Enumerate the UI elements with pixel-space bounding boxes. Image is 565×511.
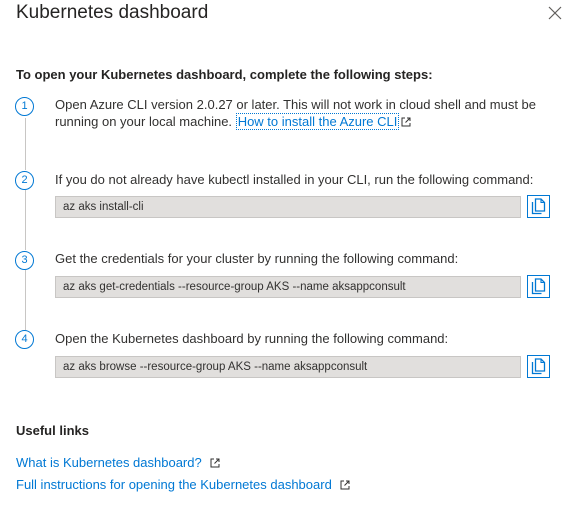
what-is-dashboard-link[interactable]: What is Kubernetes dashboard? [16,455,220,470]
external-link-icon [210,458,220,468]
copy-icon [531,358,546,375]
copy-button[interactable] [527,275,550,298]
external-link-icon [401,117,411,127]
step-3-text: Get the credentials for your cluster by … [55,251,459,266]
close-icon [548,6,562,20]
install-cli-command-field[interactable]: az aks install-cli [55,196,521,218]
step-connector [25,190,26,250]
panel-title: Kubernetes dashboard [16,2,209,23]
copy-button[interactable] [527,355,550,378]
close-button[interactable] [548,6,562,20]
link-label: Full instructions for opening the Kubern… [16,477,332,492]
copy-icon [531,278,546,295]
browse-command-field[interactable]: az aks browse --resource-group AKS --nam… [55,356,521,378]
step-number-4: 4 [15,330,34,349]
instructions-heading: To open your Kubernetes dashboard, compl… [16,67,433,82]
step-2-text: If you do not already have kubectl insta… [55,172,534,187]
link-label: What is Kubernetes dashboard? [16,455,202,470]
external-link-icon [340,480,350,490]
copy-button[interactable] [527,195,550,218]
step-number-2: 2 [15,171,34,190]
step-number-3: 3 [15,251,34,270]
step-number-1: 1 [15,97,34,116]
copy-icon [531,198,546,215]
install-azure-cli-link[interactable]: How to install the Azure CLI [235,113,400,130]
get-credentials-command-field[interactable]: az aks get-credentials --resource-group … [55,276,521,298]
useful-links-heading: Useful links [16,423,89,438]
full-instructions-link[interactable]: Full instructions for opening the Kubern… [16,477,350,492]
step-connector [25,118,26,170]
step-1-text: Open Azure CLI version 2.0.27 or later. … [55,96,545,130]
step-connector [25,270,26,330]
step-4-text: Open the Kubernetes dashboard by running… [55,331,449,346]
